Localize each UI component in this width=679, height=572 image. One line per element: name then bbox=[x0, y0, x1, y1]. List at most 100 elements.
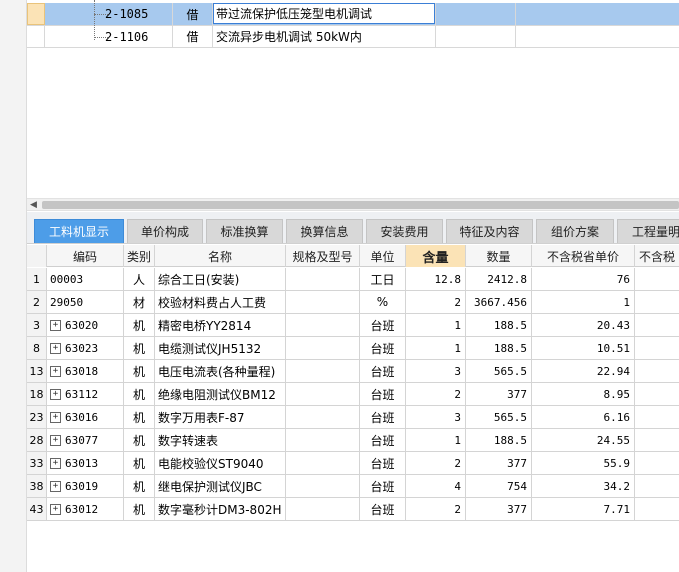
row-index: 28 bbox=[27, 429, 47, 451]
row-index: 38 bbox=[27, 475, 47, 497]
table-row[interactable]: 18 +63112 机绝缘电阻测试仪BM12 台班 2 377 8.95 bbox=[27, 383, 679, 406]
header-price-2[interactable]: 不含税 bbox=[635, 245, 679, 267]
row-category: 机 bbox=[124, 498, 155, 520]
row-unit: 台班 bbox=[360, 383, 406, 405]
row-quantity: 2412.8 bbox=[466, 268, 532, 290]
header-qty-rate[interactable]: 含量 bbox=[406, 245, 466, 267]
scroll-left-arrow-icon[interactable]: ◀ bbox=[30, 200, 37, 210]
row-name: 电能校验仪ST9040 bbox=[155, 452, 286, 474]
row-name: 电缆测试仪JH5132 bbox=[155, 337, 286, 359]
row-code-text: 63023 bbox=[65, 341, 99, 355]
table-row[interactable]: 28 +63077 机数字转速表 台班 1 188.5 24.55 bbox=[27, 429, 679, 452]
expand-plus-icon[interactable]: + bbox=[50, 411, 61, 423]
tab-conversion-info[interactable]: 换算信息 bbox=[286, 219, 363, 243]
row-code-text: 63018 bbox=[65, 364, 99, 378]
row-qty-rate: 2 bbox=[406, 452, 466, 474]
expand-plus-icon[interactable]: + bbox=[50, 342, 61, 354]
row-quantity: 565.5 bbox=[466, 406, 532, 428]
tab-standard-conversion[interactable]: 标准换算 bbox=[206, 219, 283, 243]
row-name: 综合工日(安装) bbox=[155, 268, 286, 290]
row-spec bbox=[286, 383, 360, 405]
header-unit[interactable]: 单位 bbox=[360, 245, 406, 267]
row-quantity: 188.5 bbox=[466, 337, 532, 359]
table-row[interactable]: 43 +63012 机数字毫秒计DM3-802H 台班 2 377 7.71 bbox=[27, 498, 679, 521]
header-code[interactable]: 编码 bbox=[47, 245, 124, 267]
row-spec bbox=[286, 314, 360, 336]
table-row[interactable]: 1 00003 人综合工日(安装) 工日 12.8 2412.8 76 bbox=[27, 268, 679, 291]
header-name[interactable]: 名称 bbox=[155, 245, 286, 267]
row-price-2 bbox=[635, 498, 679, 520]
row-unit: 台班 bbox=[360, 406, 406, 428]
row-code: +63016 bbox=[47, 406, 124, 428]
table-row[interactable]: 13 +63018 机电压电流表(各种量程) 台班 3 565.5 22.94 bbox=[27, 360, 679, 383]
top-row-extra-2 bbox=[516, 3, 679, 25]
row-code: 00003 bbox=[47, 268, 124, 290]
expand-plus-icon[interactable]: + bbox=[50, 503, 61, 515]
name-edit-field[interactable]: 带过流保护低压笼型电机调试 bbox=[213, 3, 435, 24]
header-price[interactable]: 不含税省单价 bbox=[532, 245, 635, 267]
expand-plus-icon[interactable]: + bbox=[50, 434, 61, 446]
table-row[interactable]: 8 +63023 机电缆测试仪JH5132 台班 1 188.5 10.51 bbox=[27, 337, 679, 360]
expand-plus-icon[interactable]: + bbox=[50, 457, 61, 469]
tab-quantity-details[interactable]: 工程量明 bbox=[617, 219, 679, 243]
row-qty-rate: 4 bbox=[406, 475, 466, 497]
row-price: 22.94 bbox=[532, 360, 635, 382]
row-qty-rate: 12.8 bbox=[406, 268, 466, 290]
row-price: 10.51 bbox=[532, 337, 635, 359]
table-row[interactable]: 2 29050 材校验材料费占人工费% 2 3667.456 1 bbox=[27, 291, 679, 314]
row-code: +63020 bbox=[47, 314, 124, 336]
row-index: 3 bbox=[27, 314, 47, 336]
horizontal-scrollbar[interactable]: ◀ bbox=[27, 198, 679, 211]
row-unit: 台班 bbox=[360, 337, 406, 359]
row-code: +63112 bbox=[47, 383, 124, 405]
row-qty-rate: 2 bbox=[406, 498, 466, 520]
header-category[interactable]: 类别 bbox=[124, 245, 155, 267]
tab-features-content[interactable]: 特征及内容 bbox=[446, 219, 533, 243]
table-header: 编码 类别 名称 规格及型号 单位 含量 数量 不含税省单价 不含税 bbox=[27, 245, 679, 267]
top-row[interactable]: 2-1106 借 交流异步电机调试 50kW内 bbox=[27, 26, 679, 48]
row-category: 机 bbox=[124, 429, 155, 451]
table-row[interactable]: 3 +63020 机精密电桥YY2814 台班 1 188.5 20.43 bbox=[27, 314, 679, 337]
row-price: 6.16 bbox=[532, 406, 635, 428]
header-quantity[interactable]: 数量 bbox=[466, 245, 532, 267]
scrollbar-thumb[interactable] bbox=[42, 201, 679, 209]
tab-pricing-scheme[interactable]: 组价方案 bbox=[536, 219, 614, 243]
row-price-2 bbox=[635, 314, 679, 336]
tab-unit-price-composition[interactable]: 单价构成 bbox=[127, 219, 203, 243]
row-category: 机 bbox=[124, 475, 155, 497]
row-price: 55.9 bbox=[532, 452, 635, 474]
expand-plus-icon[interactable]: + bbox=[50, 319, 61, 331]
top-row-extra-1 bbox=[436, 26, 516, 47]
expand-plus-icon[interactable]: + bbox=[50, 480, 61, 492]
top-row-extra-1 bbox=[436, 3, 516, 25]
table-row[interactable]: 38 +63019 机继电保护测试仪JBC 台班 4 754 34.2 bbox=[27, 475, 679, 498]
tab-labor-material-machine[interactable]: 工料机显示 bbox=[34, 219, 124, 243]
row-index: 8 bbox=[27, 337, 47, 359]
header-spec[interactable]: 规格及型号 bbox=[286, 245, 360, 267]
row-code: +63023 bbox=[47, 337, 124, 359]
row-unit: 工日 bbox=[360, 268, 406, 290]
row-spec bbox=[286, 452, 360, 474]
row-qty-rate: 2 bbox=[406, 383, 466, 405]
row-index: 13 bbox=[27, 360, 47, 382]
tab-installation-cost[interactable]: 安装费用 bbox=[366, 219, 443, 243]
row-code-text: 00003 bbox=[50, 272, 84, 286]
row-name: 数字万用表F-87 bbox=[155, 406, 286, 428]
top-row-code: 2-1106 bbox=[45, 26, 173, 47]
row-quantity: 377 bbox=[466, 452, 532, 474]
row-price: 8.95 bbox=[532, 383, 635, 405]
row-name: 继电保护测试仪JBC bbox=[155, 475, 286, 497]
expand-plus-icon[interactable]: + bbox=[50, 365, 61, 377]
row-price-2 bbox=[635, 360, 679, 382]
row-spec bbox=[286, 360, 360, 382]
table-row[interactable]: 33 +63013 机电能校验仪ST9040 台班 2 377 55.9 bbox=[27, 452, 679, 475]
table-row[interactable]: 23 +63016 机数字万用表F-87 台班 3 565.5 6.16 bbox=[27, 406, 679, 429]
expand-plus-icon[interactable]: + bbox=[50, 388, 61, 400]
left-gutter bbox=[0, 0, 27, 572]
row-category: 机 bbox=[124, 360, 155, 382]
row-category: 机 bbox=[124, 337, 155, 359]
tree-connector bbox=[94, 37, 108, 38]
row-quantity: 377 bbox=[466, 383, 532, 405]
row-price: 20.43 bbox=[532, 314, 635, 336]
row-quantity: 377 bbox=[466, 498, 532, 520]
